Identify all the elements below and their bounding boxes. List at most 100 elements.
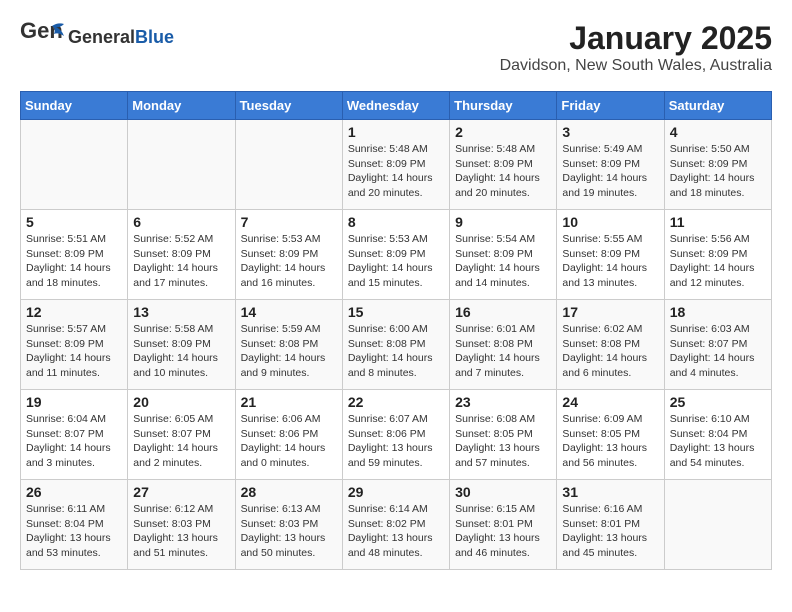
day-info: Sunrise: 5:48 AMSunset: 8:09 PMDaylight:… — [455, 142, 551, 201]
day-number: 18 — [670, 304, 766, 320]
day-info: Sunrise: 6:12 AMSunset: 8:03 PMDaylight:… — [133, 502, 229, 561]
day-number: 9 — [455, 214, 551, 230]
calendar-cell: 2 Sunrise: 5:48 AMSunset: 8:09 PMDaylight… — [450, 120, 557, 210]
calendar-cell: 19 Sunrise: 6:04 AMSunset: 8:07 PMDayligh… — [21, 390, 128, 480]
calendar-cell: 29 Sunrise: 6:14 AMSunset: 8:02 PMDayligh… — [342, 480, 449, 570]
day-number: 21 — [241, 394, 337, 410]
calendar-cell: 26 Sunrise: 6:11 AMSunset: 8:04 PMDayligh… — [21, 480, 128, 570]
day-info: Sunrise: 6:05 AMSunset: 8:07 PMDaylight:… — [133, 412, 229, 471]
weekday-header: Sunday — [21, 92, 128, 120]
day-number: 10 — [562, 214, 658, 230]
day-number: 16 — [455, 304, 551, 320]
day-number: 6 — [133, 214, 229, 230]
calendar-cell: 20Sunrise: 6:05 AMSunset: 8:07 PMDayligh… — [128, 390, 235, 480]
calendar-cell: 14 Sunrise: 5:59 AMSunset: 8:08 PMDayligh… — [235, 300, 342, 390]
calendar-cell: 16 Sunrise: 6:01 AMSunset: 8:08 PMDayligh… — [450, 300, 557, 390]
calendar-cell — [128, 120, 235, 210]
calendar-week-row: 26 Sunrise: 6:11 AMSunset: 8:04 PMDayligh… — [21, 480, 772, 570]
day-number: 4 — [670, 124, 766, 140]
calendar-week-row: 1 Sunrise: 5:48 AMSunset: 8:09 PMDaylight… — [21, 120, 772, 210]
calendar-cell: 6 Sunrise: 5:52 AMSunset: 8:09 PMDaylight… — [128, 210, 235, 300]
location: Davidson, New South Wales, Australia — [500, 57, 772, 75]
day-info: Sunrise: 5:59 AMSunset: 8:08 PMDaylight:… — [241, 322, 337, 381]
day-info: Sunrise: 5:53 AMSunset: 8:09 PMDaylight:… — [241, 232, 337, 291]
calendar-week-row: 19 Sunrise: 6:04 AMSunset: 8:07 PMDayligh… — [21, 390, 772, 480]
day-info: Sunrise: 6:08 AMSunset: 8:05 PMDaylight:… — [455, 412, 551, 471]
day-number: 11 — [670, 214, 766, 230]
weekday-header-row: SundayMondayTuesdayWednesdayThursdayFrid… — [21, 92, 772, 120]
day-info: Sunrise: 5:48 AMSunset: 8:09 PMDaylight:… — [348, 142, 444, 201]
day-info: Sunrise: 6:02 AMSunset: 8:08 PMDaylight:… — [562, 322, 658, 381]
day-info: Sunrise: 6:16 AMSunset: 8:01 PMDaylight:… — [562, 502, 658, 561]
day-number: 25 — [670, 394, 766, 410]
day-info: Sunrise: 6:04 AMSunset: 8:07 PMDaylight:… — [26, 412, 122, 471]
day-number: 27 — [133, 484, 229, 500]
day-info: Sunrise: 6:15 AMSunset: 8:01 PMDaylight:… — [455, 502, 551, 561]
calendar-cell: 13Sunrise: 5:58 AMSunset: 8:09 PMDayligh… — [128, 300, 235, 390]
calendar-cell: 7 Sunrise: 5:53 AMSunset: 8:09 PMDaylight… — [235, 210, 342, 300]
day-number: 3 — [562, 124, 658, 140]
day-info: Sunrise: 5:50 AMSunset: 8:09 PMDaylight:… — [670, 142, 766, 201]
calendar-cell — [21, 120, 128, 210]
logo-bird-icon: Gen — [20, 20, 64, 56]
day-number: 5 — [26, 214, 122, 230]
calendar-cell: 11Sunrise: 5:56 AMSunset: 8:09 PMDayligh… — [664, 210, 771, 300]
weekday-header: Saturday — [664, 92, 771, 120]
day-number: 14 — [241, 304, 337, 320]
day-info: Sunrise: 5:53 AMSunset: 8:09 PMDaylight:… — [348, 232, 444, 291]
day-number: 31 — [562, 484, 658, 500]
calendar-cell: 8 Sunrise: 5:53 AMSunset: 8:09 PMDaylight… — [342, 210, 449, 300]
calendar-cell: 31 Sunrise: 6:16 AMSunset: 8:01 PMDayligh… — [557, 480, 664, 570]
weekday-header: Tuesday — [235, 92, 342, 120]
day-info: Sunrise: 6:14 AMSunset: 8:02 PMDaylight:… — [348, 502, 444, 561]
day-info: Sunrise: 6:13 AMSunset: 8:03 PMDaylight:… — [241, 502, 337, 561]
calendar-cell: 9 Sunrise: 5:54 AMSunset: 8:09 PMDaylight… — [450, 210, 557, 300]
day-number: 22 — [348, 394, 444, 410]
calendar-cell: 10Sunrise: 5:55 AMSunset: 8:09 PMDayligh… — [557, 210, 664, 300]
page-header: Gen GeneralBlue January 2025 Davidson, N… — [20, 20, 772, 75]
calendar-cell: 21 Sunrise: 6:06 AMSunset: 8:06 PMDayligh… — [235, 390, 342, 480]
logo: Gen GeneralBlue — [20, 20, 174, 56]
day-info: Sunrise: 5:52 AMSunset: 8:09 PMDaylight:… — [133, 232, 229, 291]
logo-general: General — [68, 27, 135, 47]
day-info: Sunrise: 6:11 AMSunset: 8:04 PMDaylight:… — [26, 502, 122, 561]
weekday-header: Monday — [128, 92, 235, 120]
day-number: 7 — [241, 214, 337, 230]
day-number: 1 — [348, 124, 444, 140]
weekday-header: Wednesday — [342, 92, 449, 120]
calendar-cell: 4 Sunrise: 5:50 AMSunset: 8:09 PMDaylight… — [664, 120, 771, 210]
calendar-cell: 28Sunrise: 6:13 AMSunset: 8:03 PMDayligh… — [235, 480, 342, 570]
day-number: 8 — [348, 214, 444, 230]
day-info: Sunrise: 6:00 AMSunset: 8:08 PMDaylight:… — [348, 322, 444, 381]
logo-blue: Blue — [135, 27, 174, 47]
day-number: 15 — [348, 304, 444, 320]
calendar-cell: 23Sunrise: 6:08 AMSunset: 8:05 PMDayligh… — [450, 390, 557, 480]
day-info: Sunrise: 6:07 AMSunset: 8:06 PMDaylight:… — [348, 412, 444, 471]
calendar-cell: 5 Sunrise: 5:51 AMSunset: 8:09 PMDaylight… — [21, 210, 128, 300]
calendar-week-row: 12Sunrise: 5:57 AMSunset: 8:09 PMDayligh… — [21, 300, 772, 390]
day-number: 26 — [26, 484, 122, 500]
day-info: Sunrise: 5:54 AMSunset: 8:09 PMDaylight:… — [455, 232, 551, 291]
calendar-cell: 1 Sunrise: 5:48 AMSunset: 8:09 PMDaylight… — [342, 120, 449, 210]
day-info: Sunrise: 5:57 AMSunset: 8:09 PMDaylight:… — [26, 322, 122, 381]
day-info: Sunrise: 5:51 AMSunset: 8:09 PMDaylight:… — [26, 232, 122, 291]
day-info: Sunrise: 5:58 AMSunset: 8:09 PMDaylight:… — [133, 322, 229, 381]
calendar-cell: 27 Sunrise: 6:12 AMSunset: 8:03 PMDayligh… — [128, 480, 235, 570]
calendar-cell — [664, 480, 771, 570]
day-number: 2 — [455, 124, 551, 140]
weekday-header: Friday — [557, 92, 664, 120]
day-number: 29 — [348, 484, 444, 500]
calendar-cell: 3 Sunrise: 5:49 AMSunset: 8:09 PMDaylight… — [557, 120, 664, 210]
calendar-cell: 24 Sunrise: 6:09 AMSunset: 8:05 PMDayligh… — [557, 390, 664, 480]
weekday-header: Thursday — [450, 92, 557, 120]
day-info: Sunrise: 6:01 AMSunset: 8:08 PMDaylight:… — [455, 322, 551, 381]
day-number: 24 — [562, 394, 658, 410]
calendar-cell: 22 Sunrise: 6:07 AMSunset: 8:06 PMDayligh… — [342, 390, 449, 480]
day-info: Sunrise: 6:06 AMSunset: 8:06 PMDaylight:… — [241, 412, 337, 471]
day-info: Sunrise: 6:10 AMSunset: 8:04 PMDaylight:… — [670, 412, 766, 471]
day-number: 19 — [26, 394, 122, 410]
day-info: Sunrise: 6:09 AMSunset: 8:05 PMDaylight:… — [562, 412, 658, 471]
calendar-cell: 17Sunrise: 6:02 AMSunset: 8:08 PMDayligh… — [557, 300, 664, 390]
day-info: Sunrise: 5:49 AMSunset: 8:09 PMDaylight:… — [562, 142, 658, 201]
calendar-cell — [235, 120, 342, 210]
